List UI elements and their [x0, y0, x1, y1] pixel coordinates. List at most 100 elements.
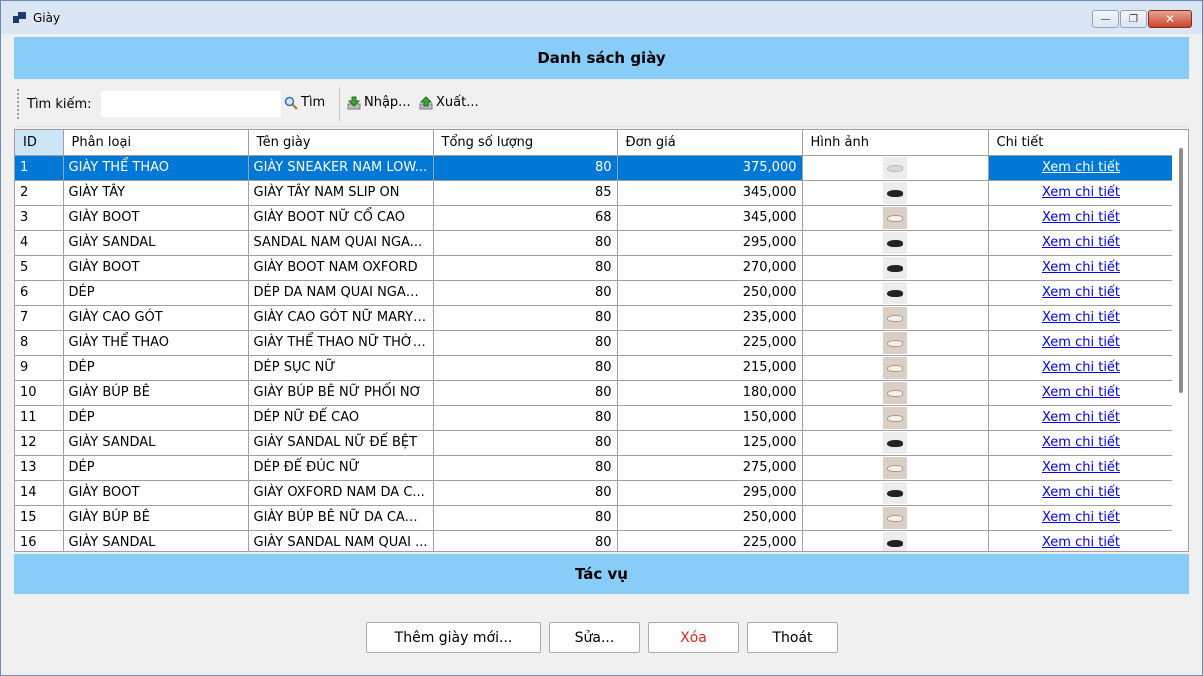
cell-quantity[interactable]: 80	[433, 355, 618, 381]
cell-price[interactable]: 225,000	[617, 530, 803, 551]
cell-category[interactable]: GIÀY SANDAL	[63, 230, 249, 256]
table-row[interactable]: 15 GIÀY BÚP BÊ GIÀY BÚP BÊ NỮ DA CAO ... 80…	[15, 505, 1175, 531]
cell-name[interactable]: GIÀY SANDAL NAM QUAI ...	[248, 530, 434, 551]
view-detail-link[interactable]: Xem chi tiết	[1042, 535, 1120, 550]
toolbar-grip[interactable]	[17, 89, 19, 119]
view-detail-link[interactable]: Xem chi tiết	[1042, 160, 1120, 175]
cell-category[interactable]: GIÀY BOOT	[63, 205, 249, 231]
cell-category[interactable]: GIÀY BÚP BÊ	[63, 380, 249, 406]
cell-category[interactable]: DÉP	[63, 280, 249, 306]
table-row[interactable]: 12 GIÀY SANDAL GIÀY SANDAL NỮ ĐẾ BỆT 80 125,…	[15, 430, 1175, 456]
cell-category[interactable]: GIÀY SANDAL	[63, 430, 249, 456]
cell-price[interactable]: 295,000	[617, 230, 803, 256]
cell-price[interactable]: 215,000	[617, 355, 803, 381]
cell-quantity[interactable]: 80	[433, 405, 618, 431]
cell-name[interactable]: DÉP SỤC NỮ	[248, 355, 434, 381]
find-button[interactable]: Tìm	[284, 95, 325, 110]
cell-category[interactable]: GIÀY TÂY	[63, 180, 249, 206]
edit-button[interactable]: Sửa...	[549, 622, 640, 653]
cell-quantity[interactable]: 80	[433, 455, 618, 481]
cell-id[interactable]: 11	[15, 405, 64, 431]
restore-button[interactable]: ❐	[1120, 10, 1147, 28]
column-header-quantity[interactable]: Tổng số lượng	[433, 130, 618, 156]
cell-quantity[interactable]: 80	[433, 330, 618, 356]
close-button[interactable]: ✕	[1148, 10, 1192, 28]
cell-id[interactable]: 7	[15, 305, 64, 331]
cell-quantity[interactable]: 85	[433, 180, 618, 206]
cell-price[interactable]: 180,000	[617, 380, 803, 406]
cell-name[interactable]: GIÀY CAO GÓT NỮ MARY ...	[248, 305, 434, 331]
table-row[interactable]: 11 DÉP DÉP NỮ ĐẾ CAO 80 150,000 Xem chi tiết	[15, 405, 1175, 431]
cell-id[interactable]: 14	[15, 480, 64, 506]
view-detail-link[interactable]: Xem chi tiết	[1042, 185, 1120, 200]
cell-quantity[interactable]: 68	[433, 205, 618, 231]
cell-quantity[interactable]: 80	[433, 430, 618, 456]
view-detail-link[interactable]: Xem chi tiết	[1042, 485, 1120, 500]
column-header-image[interactable]: Hình ảnh	[802, 130, 989, 156]
cell-price[interactable]: 235,000	[617, 305, 803, 331]
cell-quantity[interactable]: 80	[433, 155, 618, 181]
cell-quantity[interactable]: 80	[433, 530, 618, 551]
view-detail-link[interactable]: Xem chi tiết	[1042, 310, 1120, 325]
table-row[interactable]: 14 GIÀY BOOT GIÀY OXFORD NAM DA C... 80 295,…	[15, 480, 1175, 506]
view-detail-link[interactable]: Xem chi tiết	[1042, 335, 1120, 350]
search-input[interactable]	[101, 91, 281, 117]
cell-quantity[interactable]: 80	[433, 505, 618, 531]
cell-quantity[interactable]: 80	[433, 480, 618, 506]
cell-quantity[interactable]: 80	[433, 305, 618, 331]
cell-id[interactable]: 10	[15, 380, 64, 406]
cell-category[interactable]: GIÀY BOOT	[63, 480, 249, 506]
cell-price[interactable]: 375,000	[617, 155, 803, 181]
cell-id[interactable]: 12	[15, 430, 64, 456]
exit-button[interactable]: Thoát	[747, 622, 838, 653]
cell-name[interactable]: DÉP ĐẾ ĐÚC NỮ	[248, 455, 434, 481]
view-detail-link[interactable]: Xem chi tiết	[1042, 210, 1120, 225]
cell-price[interactable]: 250,000	[617, 505, 803, 531]
delete-button[interactable]: Xóa	[648, 622, 739, 653]
view-detail-link[interactable]: Xem chi tiết	[1042, 260, 1120, 275]
cell-price[interactable]: 275,000	[617, 455, 803, 481]
view-detail-link[interactable]: Xem chi tiết	[1042, 385, 1120, 400]
cell-category[interactable]: GIÀY CAO GÓT	[63, 305, 249, 331]
cell-name[interactable]: SANDAL NAM QUAI NGA...	[248, 230, 434, 256]
cell-price[interactable]: 270,000	[617, 255, 803, 281]
cell-name[interactable]: GIÀY BOOT NAM OXFORD	[248, 255, 434, 281]
cell-id[interactable]: 4	[15, 230, 64, 256]
table-row[interactable]: 6 DÉP DÉP DA NAM QUAI NGAN... 80 250,000 Xem …	[15, 280, 1175, 306]
shoe-table[interactable]: ID Phân loại Tên giày Tổng số lượng Đơn …	[14, 129, 1189, 552]
cell-price[interactable]: 345,000	[617, 205, 803, 231]
cell-name[interactable]: GIÀY BOOT NỮ CỔ CAO	[248, 205, 434, 231]
scrollbar-thumb[interactable]	[1179, 148, 1183, 393]
table-row[interactable]: 2 GIÀY TÂY GIÀY TÂY NAM SLIP ON 85 345,000 Xe…	[15, 180, 1175, 206]
cell-id[interactable]: 1	[15, 155, 64, 181]
import-button[interactable]: Nhập...	[347, 95, 411, 110]
cell-quantity[interactable]: 80	[433, 255, 618, 281]
cell-quantity[interactable]: 80	[433, 380, 618, 406]
cell-category[interactable]: GIÀY THỂ THAO	[63, 155, 249, 181]
add-shoe-button[interactable]: Thêm giày mới...	[366, 622, 541, 653]
view-detail-link[interactable]: Xem chi tiết	[1042, 460, 1120, 475]
cell-category[interactable]: DÉP	[63, 405, 249, 431]
cell-category[interactable]: GIÀY BOOT	[63, 255, 249, 281]
cell-id[interactable]: 3	[15, 205, 64, 231]
view-detail-link[interactable]: Xem chi tiết	[1042, 510, 1120, 525]
minimize-button[interactable]: —	[1092, 10, 1119, 28]
cell-id[interactable]: 2	[15, 180, 64, 206]
cell-price[interactable]: 125,000	[617, 430, 803, 456]
cell-id[interactable]: 13	[15, 455, 64, 481]
cell-id[interactable]: 6	[15, 280, 64, 306]
table-row[interactable]: 7 GIÀY CAO GÓT GIÀY CAO GÓT NỮ MARY ... 80 2…	[15, 305, 1175, 331]
cell-category[interactable]: GIÀY THỂ THAO	[63, 330, 249, 356]
view-detail-link[interactable]: Xem chi tiết	[1042, 360, 1120, 375]
cell-name[interactable]: GIÀY BÚP BÊ NỮ PHỐI NƠ	[248, 380, 434, 406]
cell-name[interactable]: GIÀY OXFORD NAM DA C...	[248, 480, 434, 506]
cell-id[interactable]: 5	[15, 255, 64, 281]
cell-price[interactable]: 250,000	[617, 280, 803, 306]
table-row[interactable]: 16 GIÀY SANDAL GIÀY SANDAL NAM QUAI ... 80 2…	[15, 530, 1175, 551]
cell-name[interactable]: DÉP DA NAM QUAI NGAN...	[248, 280, 434, 306]
cell-category[interactable]: DÉP	[63, 355, 249, 381]
table-row[interactable]: 3 GIÀY BOOT GIÀY BOOT NỮ CỔ CAO 68 345,000 Xe…	[15, 205, 1175, 231]
cell-category[interactable]: GIÀY SANDAL	[63, 530, 249, 551]
vertical-scrollbar[interactable]	[1172, 130, 1188, 551]
table-row[interactable]: 10 GIÀY BÚP BÊ GIÀY BÚP BÊ NỮ PHỐI NƠ 80 180…	[15, 380, 1175, 406]
